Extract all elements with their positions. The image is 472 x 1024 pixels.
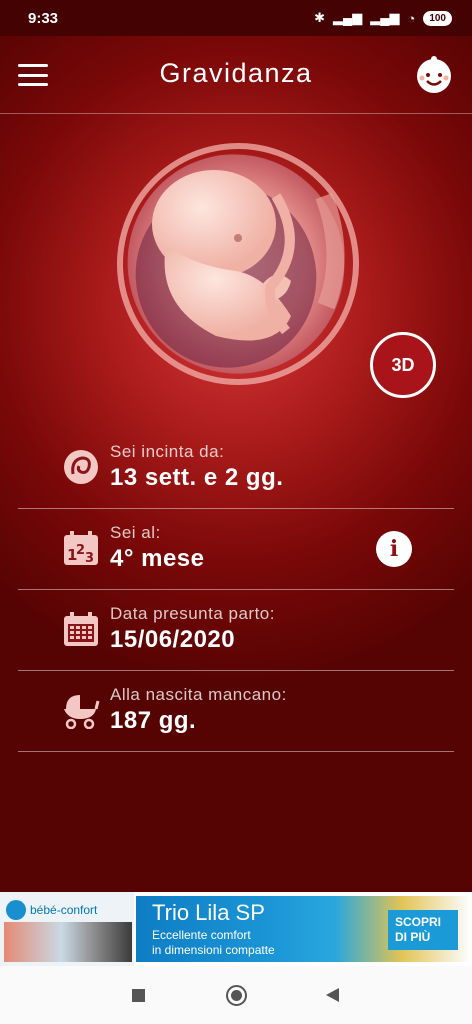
status-bar: 9:33 ✱ ▂▄▆ ▂▄▆ ◔ 100 bbox=[0, 0, 472, 36]
ad-brand-logo: bébé-confort bbox=[6, 900, 97, 920]
signal-icon: ▂▄▆ bbox=[370, 10, 400, 25]
system-nav-bar bbox=[0, 966, 472, 1024]
info-row-days-left: Alla nascita mancano: 187 gg. bbox=[18, 671, 454, 752]
bluetooth-icon: ✱ bbox=[314, 10, 326, 25]
baby-face-icon[interactable] bbox=[414, 54, 454, 94]
page-title: Gravidanza bbox=[159, 58, 313, 88]
main-screen: Gravidanza 3D Sei incinta da: 13 sett. e… bbox=[0, 36, 472, 892]
recents-icon[interactable] bbox=[132, 989, 145, 1002]
info-label: Sei al: bbox=[110, 523, 161, 542]
ad-brand-panel: bébé-confort bbox=[0, 892, 134, 966]
svg-text:2: 2 bbox=[76, 543, 85, 558]
stroller-icon bbox=[64, 695, 100, 729]
info-label: Data presunta parto: bbox=[110, 604, 275, 623]
info-row-month: 1 2 3 Sei al: 4° mese i bbox=[18, 509, 454, 590]
info-icon[interactable]: i bbox=[376, 531, 412, 567]
ad-subtitle: in dimensioni compatte bbox=[152, 943, 275, 957]
ad-cta-button[interactable]: SCOPRI DI PIÙ bbox=[388, 910, 458, 950]
status-icons: ✱ ▂▄▆ ▂▄▆ ◔ 100 bbox=[314, 10, 452, 26]
ad-content: Trio Lila SP Eccellente comfort in dimen… bbox=[136, 896, 468, 962]
ad-brand: bébé-confort bbox=[30, 903, 98, 917]
ad-cta-label: SCOPRI bbox=[395, 915, 442, 929]
ad-cta-label: DI PIÙ bbox=[395, 930, 431, 944]
signal-icon: ▂▄▆ bbox=[333, 10, 363, 25]
svg-text:3: 3 bbox=[85, 551, 94, 566]
calendar-icon bbox=[64, 612, 98, 646]
info-row-pregnant-since: Sei incinta da: 13 sett. e 2 gg. bbox=[18, 428, 454, 509]
back-icon[interactable] bbox=[326, 988, 339, 1002]
info-row-due-date: Data presunta parto: 15/06/2020 bbox=[18, 590, 454, 671]
info-value: 187 gg. bbox=[110, 707, 197, 734]
info-value: 15/06/2020 bbox=[110, 626, 236, 653]
info-label: Sei incinta da: bbox=[110, 442, 225, 461]
battery-icon: 100 bbox=[423, 10, 452, 26]
ad-banner[interactable]: bébé-confort Trio Lila SP Eccellente com… bbox=[0, 892, 472, 966]
wifi-icon: ◔ bbox=[407, 10, 416, 26]
info-value: 4° mese bbox=[110, 545, 205, 572]
app-header: Gravidanza bbox=[0, 36, 472, 114]
info-value: 13 sett. e 2 gg. bbox=[110, 464, 284, 491]
ad-image bbox=[4, 922, 132, 962]
pregnancy-info-list: Sei incinta da: 13 sett. e 2 gg. 1 2 3 S… bbox=[18, 428, 454, 752]
info-label: Alla nascita mancano: bbox=[110, 685, 287, 704]
fetus-illustration bbox=[117, 143, 359, 385]
view-3d-button[interactable]: 3D bbox=[370, 332, 436, 398]
status-time: 9:33 bbox=[28, 9, 59, 27]
brand-logo-icon bbox=[6, 900, 26, 920]
pregnancy-icon bbox=[64, 450, 98, 484]
counter-123-icon: 1 2 3 bbox=[64, 531, 98, 566]
home-icon[interactable] bbox=[226, 985, 247, 1006]
ad-subtitle: Eccellente comfort bbox=[152, 928, 251, 942]
ad-title: Trio Lila SP bbox=[152, 900, 265, 925]
